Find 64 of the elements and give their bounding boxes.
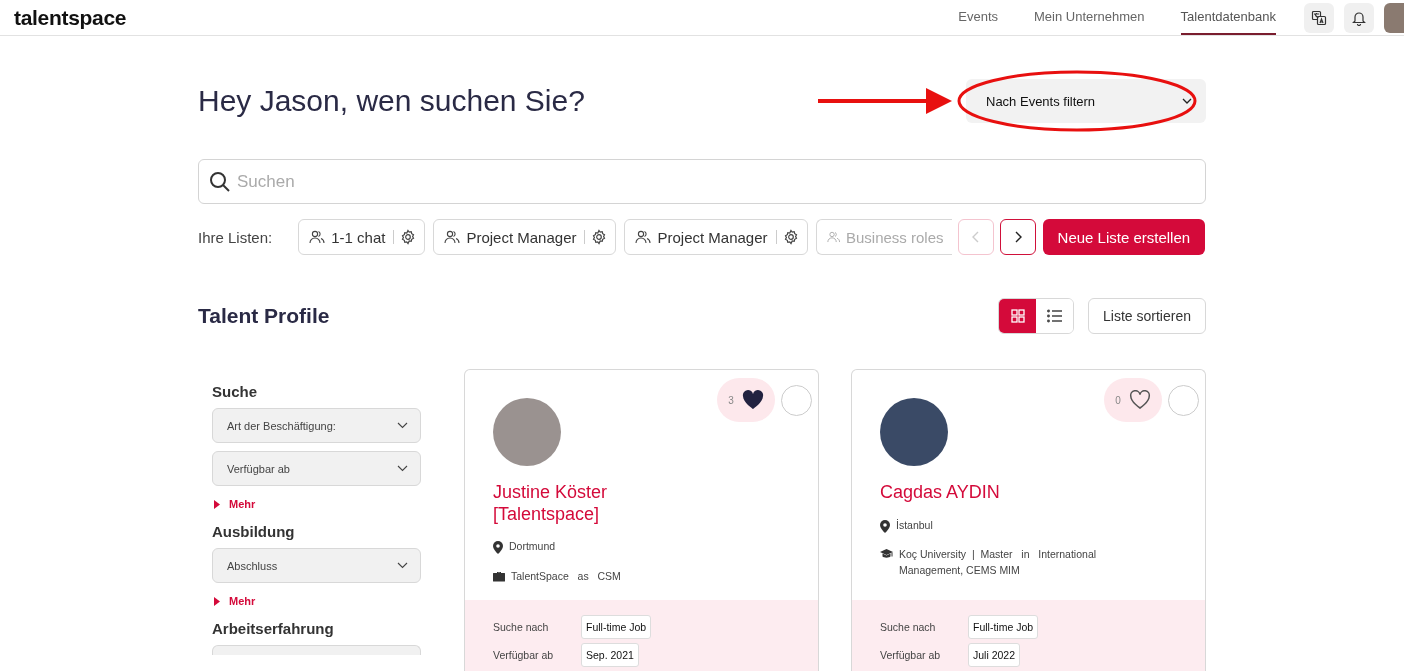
nav-tab[interactable]: Events [958,0,998,35]
list-chip[interactable]: Project Manager [433,219,617,255]
filter-heading: Arbeitserfahrung [212,620,335,637]
fact-label: Suche nach [880,621,937,633]
grid-view-button[interactable] [999,299,1037,333]
section-title: Talent Profile [198,304,330,328]
fact-label: Verfügbar ab [493,649,555,661]
sort-button[interactable]: Liste sortieren [1088,298,1206,334]
fact-value: Full-time Job [581,615,652,639]
create-list-button[interactable]: Neue Liste erstellen [1042,219,1206,255]
lists-label: Ihre Listen: [198,228,273,246]
settings-icon[interactable] [782,229,799,245]
filter-dropdown[interactable]: Abschluss [212,548,421,583]
settings-icon[interactable] [400,229,417,245]
search-icon [209,170,231,193]
search-field[interactable]: Suchen [198,159,1206,204]
list-chip[interactable]: 1-1 chat [298,219,426,255]
caret-right-icon [214,596,220,606]
graduation-cap-icon [880,549,893,560]
settings-icon[interactable] [591,229,608,245]
event-filter-dropdown[interactable]: Nach Events filtern [966,79,1206,123]
notifications-button[interactable] [1344,2,1374,33]
location-pin-icon [493,541,503,555]
people-icon [444,230,461,244]
fact-value: Sep. 2021 [581,643,639,667]
filter-dropdown[interactable]: Art der Beschäftigung: [212,408,421,443]
bell-icon [1351,9,1367,26]
list-icon [1046,309,1063,323]
people-icon [826,230,840,244]
nav-tab[interactable]: Mein Unternehmen [1034,0,1145,35]
fact-label: Verfügbar ab [880,649,942,661]
location-text: Dortmund [509,539,556,555]
chevron-icon [397,422,408,429]
nav-tab[interactable]: Talentdatenbank [1180,0,1276,35]
fact-value: Juli 2022 [968,643,1021,667]
location-pin-icon [880,519,890,533]
avatar-placeholder[interactable] [1384,2,1404,33]
profile-name[interactable]: Cagdas AYDIN [880,482,1040,504]
education-text: Koç University | Master in International Management, CEMS MIM [899,547,1098,579]
logo[interactable]: talentspace [14,5,127,30]
filter-dropdown[interactable]: Verfügbar ab [212,451,421,486]
people-icon [309,230,326,244]
chevron-left-icon [970,231,981,243]
chevron-icon [397,562,408,569]
location-text: İstanbul [896,517,933,533]
translate-button[interactable] [1304,2,1334,33]
filter-heading: Ausbildung [212,523,296,540]
profile-name[interactable]: Justine Köster [Talentspace] [493,482,653,526]
caret-right-icon [214,499,220,509]
briefcase-icon [493,570,505,582]
page-heading: Hey Jason, wen suchen Sie? [198,84,585,118]
grid-icon [1010,309,1025,323]
caret-icon [1182,98,1192,104]
next-button[interactable] [999,219,1036,255]
fact-value: Full-time Job [968,615,1039,639]
translate-icon [1311,9,1327,26]
more-toggle[interactable]: Mehr [214,595,256,607]
fact-label: Suche nach [493,621,550,633]
more-toggle[interactable]: Mehr [214,498,256,510]
job-text: TalentSpace as CSM [511,568,621,584]
filter-heading: Suche [212,383,258,400]
chevron-icon [397,465,408,472]
people-icon [635,230,652,244]
list-chip[interactable]: Project Manager [624,219,808,255]
